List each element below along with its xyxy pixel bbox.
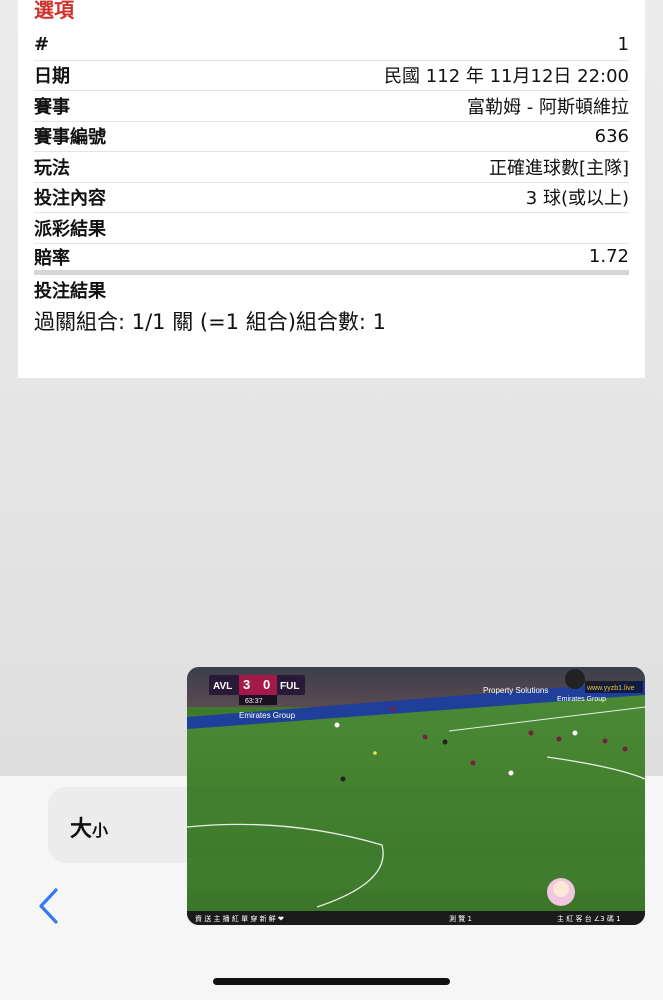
ticker-left-text: 資 送 主 播 紅 單 穿 新 鮮 ❤	[195, 914, 284, 923]
row-value: 富勒姆 - 阿斯頓維拉	[467, 96, 629, 118]
row-label: 賽事	[34, 96, 70, 118]
row-value: 3 球(或以上)	[525, 188, 629, 210]
row-label: 日期	[34, 66, 70, 88]
row-value: 1.72	[588, 246, 629, 267]
section-title: 選項	[34, 0, 74, 22]
ticker-bar: 資 送 主 播 紅 單 穿 新 鮮 ❤ 測 覽 1 主 紅 客 台 ∠3 碼 1	[187, 911, 645, 925]
ad-text: Property Solutions	[483, 686, 548, 695]
ad-text: Emirates Group	[239, 711, 296, 720]
detail-row-bet-type: 玩法 正確進球數[主隊]	[34, 152, 629, 183]
watermark-text: www.yyzb1.live	[586, 685, 635, 692]
picture-in-picture-video[interactable]: Emirates Group Property Solutions Emirat…	[187, 667, 645, 925]
away-score: 0	[263, 677, 270, 692]
row-label: #	[34, 34, 50, 56]
row-label: 投注內容	[34, 188, 106, 210]
streamer-avatar	[547, 878, 575, 906]
ticker-mid-text: 測 覽 1	[449, 914, 472, 923]
row-label: 賠率	[34, 247, 70, 269]
chevron-left-icon[interactable]	[36, 886, 62, 926]
home-score: 3	[243, 677, 250, 692]
row-value: 正確進球數[主隊]	[488, 157, 629, 179]
match-clock: 63:37	[245, 698, 263, 705]
size-big-label: 大	[70, 817, 93, 842]
row-label: 賽事編號	[34, 127, 106, 149]
size-small-label: 小	[92, 821, 109, 840]
detail-row-date: 日期 民國 112 年 11月12日 22:00	[34, 61, 629, 91]
detail-row-bet-result: 投注結果	[34, 275, 629, 306]
row-value: 636	[594, 125, 629, 147]
row-label: 投注結果	[34, 280, 106, 302]
detail-row-payout-result: 派彩結果	[34, 213, 629, 244]
row-label: 玩法	[34, 157, 70, 179]
ticker-right-text: 主 紅 客 台 ∠3 碼 1	[557, 914, 621, 923]
detail-row-number: # 1	[34, 30, 629, 61]
home-team: AVL	[213, 681, 232, 692]
bet-detail-card: 選項 # 1 日期 民國 112 年 11月12日 22:00 賽事 富勒姆 -…	[18, 0, 645, 378]
detail-row-match: 賽事 富勒姆 - 阿斯頓維拉	[34, 91, 629, 122]
detail-row-match-id: 賽事編號 636	[34, 122, 629, 152]
home-indicator[interactable]	[213, 978, 450, 985]
row-label: 派彩結果	[34, 218, 106, 240]
row-value: 1	[617, 34, 629, 56]
combination-summary: 過關組合: 1/1 關 (=1 組合)組合數: 1	[34, 310, 387, 334]
bet-detail-rows: # 1 日期 民國 112 年 11月12日 22:00 賽事 富勒姆 - 阿斯…	[34, 30, 629, 305]
ad-text: Emirates Group	[557, 696, 606, 703]
pitch	[187, 693, 645, 925]
detail-row-odds: 賠率 1.72	[34, 244, 629, 275]
away-team: FUL	[280, 681, 299, 692]
detail-row-selection: 投注內容 3 球(或以上)	[34, 183, 629, 213]
row-value: 民國 112 年 11月12日 22:00	[384, 66, 629, 88]
